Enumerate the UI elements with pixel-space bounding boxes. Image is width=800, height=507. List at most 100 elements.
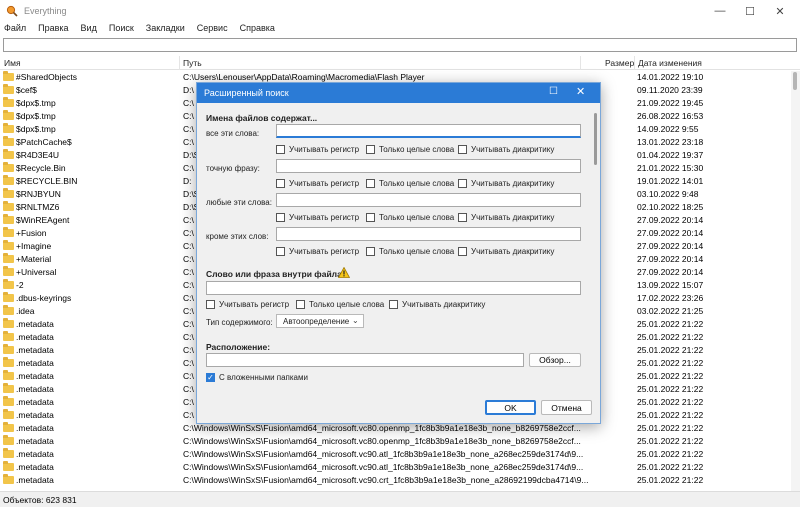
match-case-label: Учитывать регистр [289, 179, 360, 188]
content-diacritics-checkbox[interactable] [389, 300, 398, 309]
column-divider[interactable] [179, 56, 180, 70]
menu-view[interactable]: Вид [81, 22, 103, 36]
match-case-checkbox-3[interactable] [276, 213, 285, 222]
column-name[interactable]: Имя [4, 58, 21, 68]
table-row[interactable]: .metadata C:\Windows\WinSxS\Fusion\amd64_… [0, 474, 790, 487]
menu-bookmarks[interactable]: Закладки [146, 22, 191, 36]
menu-search[interactable]: Поиск [109, 22, 140, 36]
dialog-title-bar[interactable]: Расширенный поиск ☐ ✕ [197, 83, 600, 103]
file-date: 13.09.2022 15:07 [637, 280, 704, 290]
whole-words-label: Только целые слова [379, 145, 455, 154]
diacritics-checkbox-1[interactable] [458, 145, 467, 154]
column-divider[interactable] [580, 56, 581, 70]
file-path: C:\ [183, 306, 194, 316]
any-words-input[interactable] [276, 193, 581, 207]
folder-icon [3, 448, 14, 458]
file-path: C:\Windows\WinSxS\Fusion\amd64_microsoft… [183, 449, 584, 459]
menu-edit[interactable]: Правка [38, 22, 74, 36]
file-date: 03.02.2022 21:25 [637, 306, 704, 316]
file-date: 25.01.2022 21:22 [637, 319, 704, 329]
file-path: D: [183, 176, 192, 186]
subfolders-checkbox[interactable]: ✓ [206, 373, 215, 382]
menu-tools[interactable]: Сервис [197, 22, 234, 36]
file-date: 25.01.2022 21:22 [637, 410, 704, 420]
file-path: C:\ [183, 137, 194, 147]
close-icon[interactable]: ✕ [576, 85, 585, 98]
column-size[interactable]: Размер [605, 58, 634, 68]
match-case-checkbox-2[interactable] [276, 179, 285, 188]
column-divider[interactable] [634, 56, 635, 70]
file-name: .metadata [16, 410, 54, 420]
section-content: Слово или фраза внутри файла: [206, 269, 345, 279]
column-date[interactable]: Дата изменения [638, 58, 702, 68]
file-date: 25.01.2022 21:22 [637, 332, 704, 342]
folder-icon [3, 240, 14, 250]
file-name: $Recycle.Bin [16, 163, 66, 173]
content-type-select[interactable]: Автоопределение ⌄ [276, 314, 364, 328]
cancel-button[interactable]: Отмена [541, 400, 592, 415]
content-whole-words-checkbox[interactable] [296, 300, 305, 309]
match-case-label: Учитывать регистр [289, 213, 360, 222]
file-name: .metadata [16, 371, 54, 381]
browse-button[interactable]: Обзор... [529, 353, 581, 367]
table-row[interactable]: .metadata C:\Windows\WinSxS\Fusion\amd64_… [0, 461, 790, 474]
scrollbar-thumb[interactable] [793, 72, 797, 90]
folder-icon [3, 110, 14, 120]
match-case-checkbox-1[interactable] [276, 145, 285, 154]
folder-icon [3, 136, 14, 146]
title-bar: Everything — ☐ ✕ [0, 0, 800, 22]
table-row[interactable]: .metadata C:\Windows\WinSxS\Fusion\amd64_… [0, 435, 790, 448]
content-input[interactable] [206, 281, 581, 295]
location-input[interactable] [206, 353, 524, 367]
diacritics-checkbox-3[interactable] [458, 213, 467, 222]
content-match-case-checkbox[interactable] [206, 300, 215, 309]
exact-phrase-input[interactable] [276, 159, 581, 173]
all-words-input[interactable] [276, 124, 581, 138]
folder-icon [3, 175, 14, 185]
file-date: 25.01.2022 21:22 [637, 423, 704, 433]
whole-words-checkbox-2[interactable] [366, 179, 375, 188]
file-name: .metadata [16, 475, 54, 485]
whole-words-checkbox-3[interactable] [366, 213, 375, 222]
whole-words-checkbox-1[interactable] [366, 145, 375, 154]
file-date: 17.02.2022 23:26 [637, 293, 704, 303]
table-row[interactable]: .metadata C:\Windows\WinSxS\Fusion\amd64_… [0, 448, 790, 461]
maximize-icon[interactable]: ☐ [549, 86, 558, 97]
file-path: C:\ [183, 371, 194, 381]
file-path: C:\ [183, 124, 194, 134]
close-icon[interactable]: ✕ [760, 0, 800, 22]
file-date: 03.10.2022 9:48 [637, 189, 699, 199]
search-input[interactable] [3, 38, 797, 52]
folder-icon [3, 292, 14, 302]
diacritics-label: Учитывать диакритику [471, 179, 555, 188]
folder-icon [3, 84, 14, 94]
match-case-checkbox-4[interactable] [276, 247, 285, 256]
ok-button[interactable]: OK [485, 400, 536, 415]
menu-file[interactable]: Файл [4, 22, 32, 36]
column-path[interactable]: Путь [183, 58, 202, 68]
file-date: 14.01.2022 19:10 [637, 72, 704, 82]
folder-icon [3, 331, 14, 341]
file-path: C:\Windows\WinSxS\Fusion\amd64_microsoft… [183, 475, 589, 485]
file-date: 25.01.2022 21:22 [637, 384, 704, 394]
vertical-scrollbar[interactable] [791, 71, 800, 491]
file-path: C:\Users\Lenouser\AppData\Roaming\Macrom… [183, 72, 425, 82]
menu-bar: Файл Правка Вид Поиск Закладки Сервис Сп… [0, 22, 800, 36]
status-bar: Объектов: 623 831 [0, 491, 800, 507]
folder-icon [3, 305, 14, 315]
dialog-scrollbar-thumb[interactable] [594, 113, 597, 165]
diacritics-checkbox-4[interactable] [458, 247, 467, 256]
diacritics-label: Учитывать диакритику [471, 247, 555, 256]
file-path: C:\ [183, 384, 194, 394]
diacritics-checkbox-2[interactable] [458, 179, 467, 188]
column-header-bar: Имя Путь Размер Дата изменения [0, 56, 800, 70]
dialog-body: Имена файлов содержат... все эти слова: … [197, 103, 600, 423]
menu-help[interactable]: Справка [240, 22, 281, 36]
file-path: D:\ [183, 85, 194, 95]
whole-words-checkbox-4[interactable] [366, 247, 375, 256]
file-name: $RNLTMZ6 [16, 202, 60, 212]
whole-words-label: Только целые слова [379, 179, 455, 188]
file-name: .metadata [16, 319, 54, 329]
file-date: 02.10.2022 18:25 [637, 202, 704, 212]
except-words-input[interactable] [276, 227, 581, 241]
